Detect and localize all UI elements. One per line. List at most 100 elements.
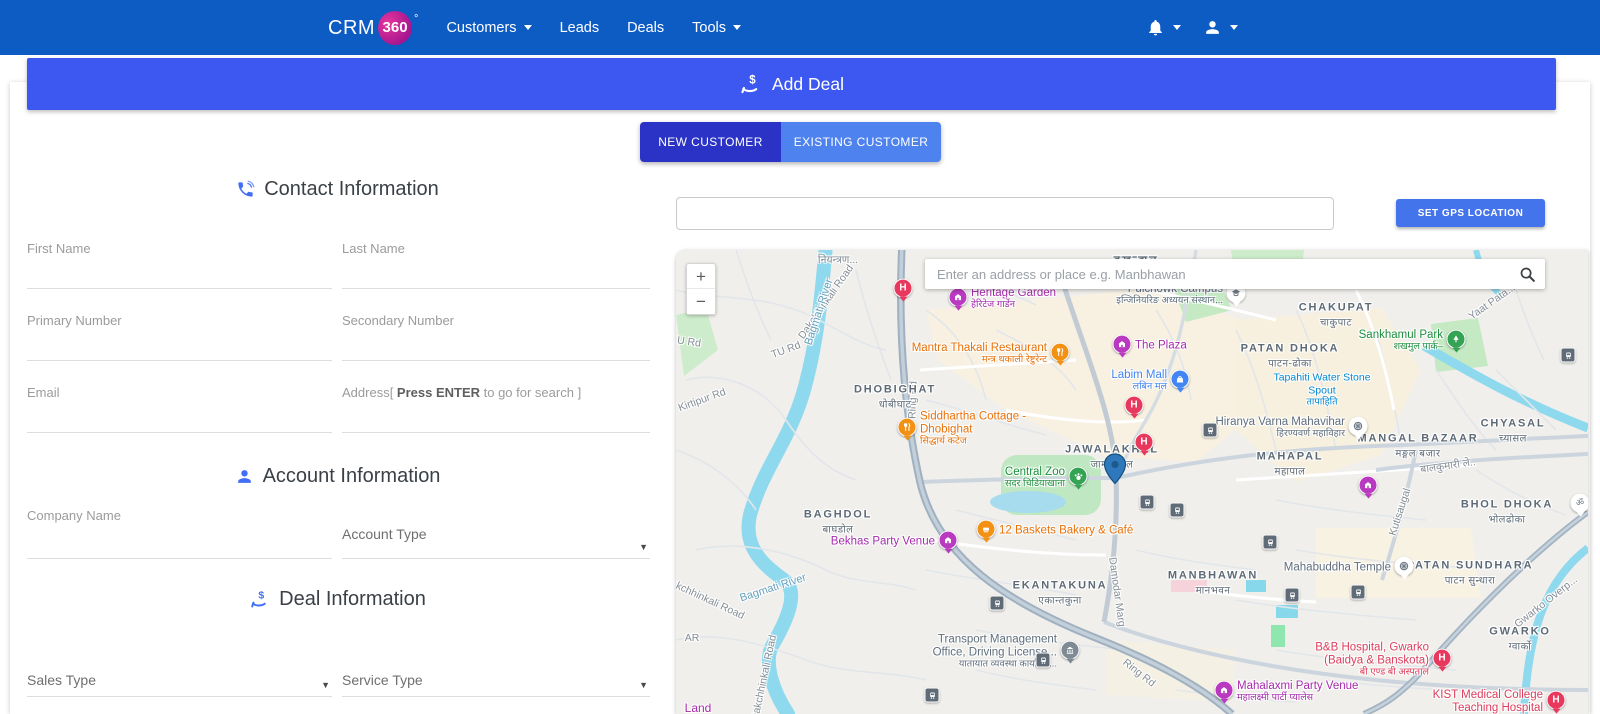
map-place-label: 12 Baskets Bakery & Café xyxy=(999,524,1134,537)
map-road-label: Dakchhinkali Road xyxy=(749,633,779,714)
map-road-label: नियन्त्रण... xyxy=(817,254,859,266)
brand-badge: 360 xyxy=(378,10,413,45)
map-place-label: KIST Medical College Teaching Hospital xyxy=(1432,688,1543,714)
map-place-label: Mahalaxmi Party Venue महालक्ष्मी पार्टी प… xyxy=(1237,679,1359,704)
map[interactable]: H Heritage Garden हेरिटेज गार्डेन Mantra Th… xyxy=(676,250,1588,714)
navbar: CRM 360 ° Customers Leads Deals Tools xyxy=(0,0,1600,55)
hand-dollar-icon: $ xyxy=(739,73,762,96)
tab-new-customer[interactable]: NEW CUSTOMER xyxy=(640,122,781,162)
nav-menu: Customers Leads Deals Tools xyxy=(434,12,753,44)
map-area-label: BHOL DHOKA भोलढोका xyxy=(1460,498,1554,526)
hospital-marker[interactable]: H xyxy=(1432,648,1452,668)
bus-stop-icon[interactable] xyxy=(1350,584,1366,600)
map-place-label: Sankhamul Park शखमुल पार्क– xyxy=(1358,328,1443,353)
map-area-label: DHOBIGHAT धोबीघाट xyxy=(854,383,936,411)
set-gps-location-button[interactable]: SET GPS LOCATION xyxy=(1396,199,1545,227)
zoo-marker[interactable] xyxy=(1068,466,1088,486)
map-area-label: MAHAPAL महापाल xyxy=(1256,450,1324,478)
venue-marker[interactable] xyxy=(948,287,968,307)
svg-text:$: $ xyxy=(749,74,756,86)
bakery-marker[interactable] xyxy=(976,519,996,539)
restaurant-marker[interactable] xyxy=(1050,342,1070,362)
account-type-select[interactable]: Account Type ▼ xyxy=(342,524,650,559)
dropdown-caret-icon: ▼ xyxy=(321,680,330,690)
first-name-field[interactable]: First Name xyxy=(27,239,332,289)
bus-stop-icon[interactable] xyxy=(924,687,940,703)
hospital-marker[interactable]: H xyxy=(1124,395,1144,415)
park-marker[interactable] xyxy=(1446,329,1466,349)
email-field[interactable]: Email xyxy=(27,383,332,433)
mall-marker[interactable] xyxy=(1170,369,1190,389)
map-area-label: GWARKO ग्वार्को xyxy=(1489,625,1551,653)
nav-item-deals[interactable]: Deals xyxy=(615,12,676,44)
zoom-in-button[interactable]: + xyxy=(687,264,715,289)
account-button[interactable] xyxy=(1197,14,1244,41)
company-name-field[interactable]: Company Name xyxy=(27,506,332,559)
notifications-button[interactable] xyxy=(1140,14,1187,41)
email-label: Email xyxy=(27,385,60,400)
venue-marker[interactable] xyxy=(1358,475,1378,495)
nav-item-tools[interactable]: Tools xyxy=(680,12,753,44)
map-overlay: H Heritage Garden हेरिटेज गार्डेन Mantra Th… xyxy=(676,250,1588,714)
hospital-marker[interactable]: H xyxy=(893,278,913,298)
hospital-marker[interactable]: H xyxy=(1134,432,1154,452)
bus-stop-icon[interactable] xyxy=(1139,494,1155,510)
primary-number-field[interactable]: Primary Number xyxy=(27,311,332,361)
brand-logo[interactable]: CRM 360 ° xyxy=(328,10,418,45)
bus-stop-icon[interactable] xyxy=(1284,587,1300,603)
map-zoom-control: + − xyxy=(686,263,716,315)
map-road-label: AR xyxy=(684,632,700,644)
service-type-select[interactable]: Service Type ▼ xyxy=(342,670,650,697)
map-search-input[interactable] xyxy=(925,266,1519,282)
restaurant-marker[interactable] xyxy=(897,417,917,437)
map-place-label: Siddhartha Cottage - Dhobighat सिद्धार्थ … xyxy=(920,410,1027,447)
zoom-out-button[interactable]: − xyxy=(687,289,715,314)
map-area-label: CHAKUPAT चाकुपाट xyxy=(1298,301,1374,329)
bus-stop-icon[interactable] xyxy=(989,595,1005,611)
company-name-label: Company Name xyxy=(27,508,121,523)
bus-stop-icon[interactable] xyxy=(1035,652,1051,668)
map-area-label: CHYASAL च्यासल xyxy=(1480,417,1546,445)
sales-type-select[interactable]: Sales Type ▼ xyxy=(27,670,332,697)
map-place-label: Central Zoo सदर चिडियाखाना xyxy=(1004,465,1065,490)
map-place-label: Transport Management Office, Driving Lic… xyxy=(932,633,1057,670)
address-input[interactable] xyxy=(676,197,1334,230)
nav-item-leads[interactable]: Leads xyxy=(548,12,612,44)
venue-marker[interactable] xyxy=(1112,334,1132,354)
temple-marker[interactable] xyxy=(1348,416,1368,436)
om-marker[interactable]: ॐ xyxy=(1570,493,1588,513)
temple-marker[interactable] xyxy=(1394,556,1414,576)
venue-marker[interactable] xyxy=(938,530,958,550)
add-deal-banner: $ Add Deal xyxy=(27,58,1556,110)
chevron-down-icon xyxy=(733,25,742,30)
map-area-label: MANBHAWAN मानभवन xyxy=(1167,569,1259,597)
pin-marker[interactable] xyxy=(1103,453,1127,490)
map-road-label: Kutisaugal xyxy=(1386,486,1414,538)
tab-existing-customer[interactable]: EXISTING CUSTOMER xyxy=(781,122,941,162)
first-name-label: First Name xyxy=(27,241,91,256)
secondary-number-field[interactable]: Secondary Number xyxy=(342,311,650,361)
chevron-down-icon xyxy=(1230,25,1238,30)
map-place-label: Hiranya Varna Mahavihar हिरण्यवर्ण महाविह… xyxy=(1215,415,1345,440)
bus-stop-icon[interactable] xyxy=(1202,422,1218,438)
address-field[interactable]: Address[ Press ENTER to go for search ] xyxy=(342,383,650,433)
map-road-label: Dakchhinkali Road xyxy=(676,574,747,622)
deal-section-title: $ Deal Information xyxy=(25,588,650,611)
phone-icon xyxy=(236,180,255,199)
map-road-label: U Rd xyxy=(676,334,702,350)
nav-item-customers[interactable]: Customers xyxy=(434,12,543,44)
gov-marker[interactable] xyxy=(1060,640,1080,660)
user-icon xyxy=(1206,21,1219,34)
bus-stop-icon[interactable] xyxy=(1560,347,1576,363)
map-area-label: MANGAL BAZAAR मङ्गल बजार xyxy=(1357,432,1479,460)
hospital-marker[interactable]: H xyxy=(1546,690,1566,710)
last-name-field[interactable]: Last Name xyxy=(342,239,650,289)
map-place-label: Bekhas Party Venue xyxy=(830,535,935,548)
chevron-down-icon xyxy=(523,25,532,30)
bus-stop-icon[interactable] xyxy=(1262,534,1278,550)
bus-stop-icon[interactable] xyxy=(1169,502,1185,518)
hand-dollar-icon: $ xyxy=(249,589,270,610)
search-icon[interactable] xyxy=(1519,266,1536,283)
map-area-label: EKANTAKUNA एकान्तकुना xyxy=(1012,579,1108,607)
venue-marker[interactable] xyxy=(1214,680,1234,700)
